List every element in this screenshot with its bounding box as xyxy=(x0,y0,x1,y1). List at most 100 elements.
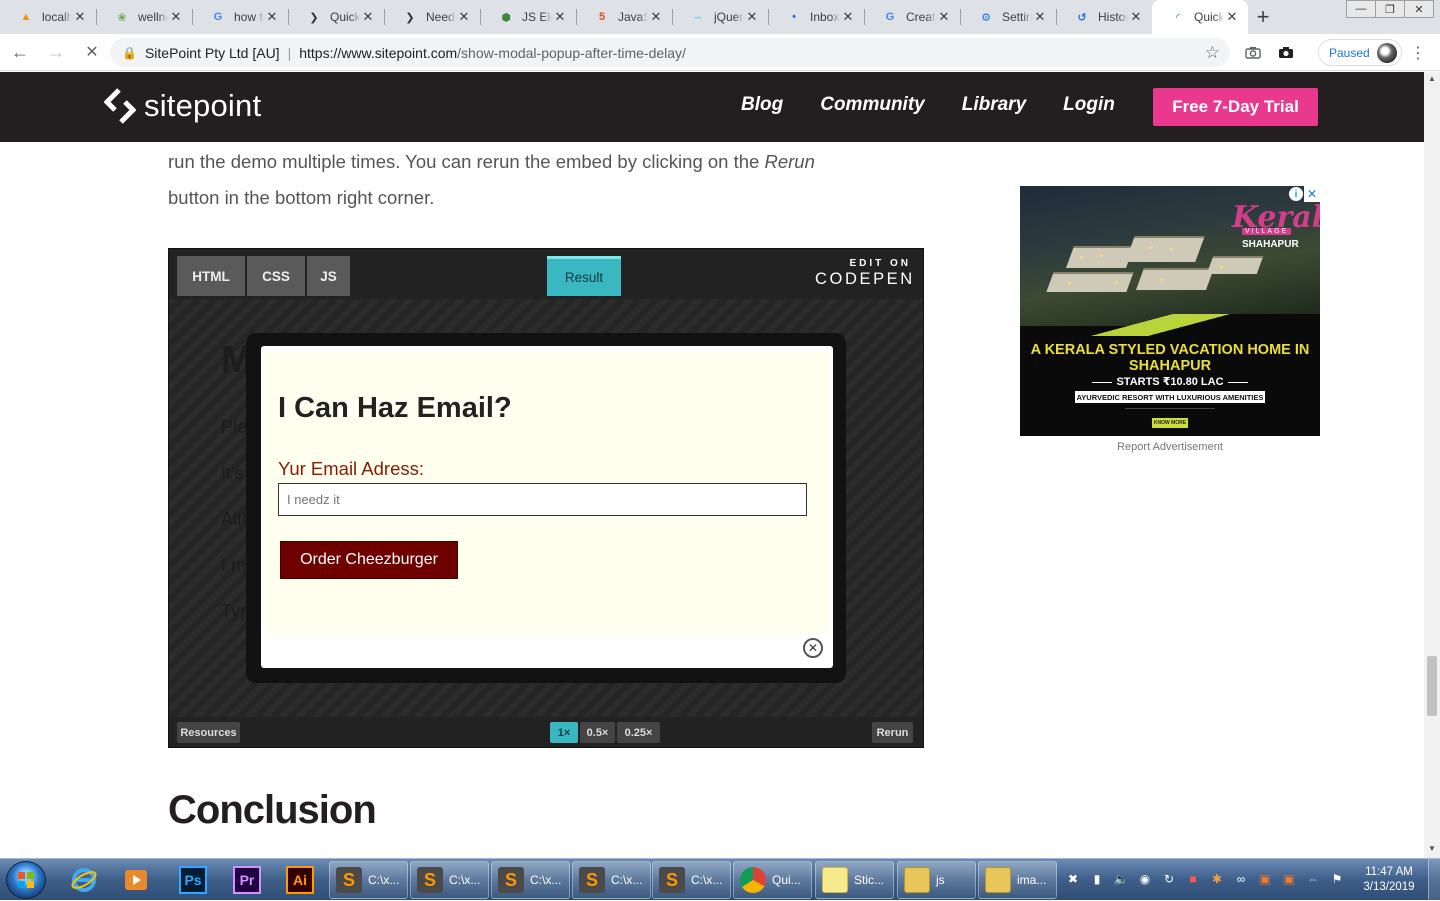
minimize-icon[interactable]: — xyxy=(1346,0,1376,18)
media-player-icon[interactable] xyxy=(118,862,154,898)
tab-close-icon[interactable]: ✕ xyxy=(72,9,88,25)
zoom-half-button[interactable]: 0.5× xyxy=(580,722,615,743)
tab-close-icon[interactable]: ✕ xyxy=(552,9,568,25)
tab-close-icon[interactable]: ✕ xyxy=(168,9,184,25)
ad-close-icon[interactable]: ✕ xyxy=(1304,186,1320,202)
taskbar-item[interactable]: S C:\x... xyxy=(491,861,570,899)
network-icon[interactable]: ▮ xyxy=(1086,869,1108,889)
start-button[interactable] xyxy=(6,861,46,899)
tab-close-icon[interactable]: ✕ xyxy=(936,9,952,25)
taskbar-item[interactable]: S C:\x... xyxy=(572,861,651,899)
browser-tab[interactable]: ↺ History✕ xyxy=(1056,0,1152,34)
url-path[interactable]: /show-modal-popup-after-time-delay/ xyxy=(457,45,686,61)
modal-close-icon[interactable]: ✕ xyxy=(803,638,823,658)
scroll-up-icon[interactable]: ▲ xyxy=(1424,74,1440,83)
zoom-quarter-button[interactable]: 0.25× xyxy=(617,722,660,743)
ad-cta-button[interactable]: KNOW MORE xyxy=(1152,418,1188,428)
tab-close-icon[interactable]: ✕ xyxy=(360,9,376,25)
browser-tab[interactable]: ⚙ Settings✕ xyxy=(960,0,1056,34)
browser-tab[interactable]: ❀ wellness✕ xyxy=(96,0,192,34)
advertisement[interactable]: Kerala VILLAGE SHAHAPUR A KERALA STYLED … xyxy=(1020,186,1320,436)
free-trial-button[interactable]: Free 7-Day Trial xyxy=(1153,88,1318,126)
nav-blog[interactable]: Blog xyxy=(741,94,783,116)
tab-close-icon[interactable]: ✕ xyxy=(648,9,664,25)
tab-close-icon[interactable]: ✕ xyxy=(744,9,760,25)
tab-close-icon[interactable]: ✕ xyxy=(840,9,856,25)
link-icon[interactable]: ∞ xyxy=(1230,869,1252,889)
ie-icon[interactable] xyxy=(66,862,102,898)
site-identity[interactable]: SitePoint Pty Ltd [AU] xyxy=(145,45,280,61)
url-host[interactable]: https://www.sitepoint.com xyxy=(299,45,457,61)
close-icon[interactable]: ✕ xyxy=(1404,0,1434,18)
taskbar-item[interactable]: js xyxy=(897,861,976,899)
edit-on-label[interactable]: EDIT ON xyxy=(815,258,911,269)
browser-tab[interactable]: ❯ Need ✕ xyxy=(384,0,480,34)
ad-info-icon[interactable]: i xyxy=(1289,187,1303,201)
browser-tab[interactable]: ◜ Quick ✕ xyxy=(1152,0,1248,34)
address-bar[interactable]: 🔒 SitePoint Pty Ltd [AU] | https://www.s… xyxy=(110,38,1230,67)
taskbar-item[interactable]: S C:\x... xyxy=(652,861,731,899)
nav-library[interactable]: Library xyxy=(962,94,1026,116)
tab-result[interactable]: Result xyxy=(547,256,621,296)
tab-close-icon[interactable]: ✕ xyxy=(1128,9,1144,25)
bookmark-star-icon[interactable]: ☆ xyxy=(1205,43,1220,63)
tab-close-icon[interactable]: ✕ xyxy=(456,9,472,25)
taskbar-item[interactable]: S C:\x... xyxy=(410,861,489,899)
video-icon[interactable]: ■ xyxy=(1182,869,1204,889)
taskbar-item[interactable]: S C:\x... xyxy=(329,861,408,899)
show-desktop-button[interactable] xyxy=(1428,859,1440,901)
restore-icon[interactable]: ❐ xyxy=(1375,0,1405,18)
illustrator-icon[interactable]: Ai xyxy=(282,862,318,898)
taskbar-item[interactable]: ima... xyxy=(978,861,1057,899)
taskbar-item[interactable]: Stic... xyxy=(815,861,894,899)
system-clock[interactable]: 11:47 AM 3/13/2019 xyxy=(1356,865,1422,895)
profile-paused-button[interactable]: Paused xyxy=(1318,39,1402,66)
browser-tab[interactable]: ❯ Quick ✕ xyxy=(288,0,384,34)
volume-icon[interactable]: 🔈 xyxy=(1110,869,1132,889)
browser-tab[interactable]: ⬢ JS Elements✕ xyxy=(480,0,576,34)
report-advertisement-link[interactable]: Report Advertisement xyxy=(1020,441,1320,453)
browser-tab[interactable]: 5 JavaScript✕ xyxy=(576,0,672,34)
zoom-1x-button[interactable]: 1× xyxy=(550,722,578,743)
premiere-icon[interactable]: Pr xyxy=(229,862,265,898)
codepen-brand-link[interactable]: CODEPEN xyxy=(815,270,913,289)
browser-tab[interactable]: G Create✕ xyxy=(864,0,960,34)
tab-css[interactable]: CSS xyxy=(247,256,305,296)
browser-tab[interactable]: • Inbox ✕ xyxy=(768,0,864,34)
tab-html[interactable]: HTML xyxy=(177,256,245,296)
lock-icon[interactable]: 🔒 xyxy=(122,46,137,60)
menu-kebab-icon[interactable]: ⋮ xyxy=(1410,43,1426,63)
tab-close-icon[interactable]: ✕ xyxy=(1032,9,1048,25)
tools-icon[interactable]: ✱ xyxy=(1206,869,1228,889)
flag-icon[interactable]: ⚑ xyxy=(1326,869,1348,889)
nav-community[interactable]: Community xyxy=(820,94,925,116)
tab-js[interactable]: JS xyxy=(307,256,350,296)
browser-tab[interactable]: ∽ jQuery✕ xyxy=(672,0,768,34)
browser-tab[interactable]: Ghow to✕ xyxy=(192,0,288,34)
tray-app-icon[interactable]: ✖ xyxy=(1062,869,1084,889)
sitepoint-logo[interactable]: sitepoint xyxy=(104,88,261,124)
tab-close-icon[interactable]: ✕ xyxy=(1224,9,1240,25)
nav-login[interactable]: Login xyxy=(1063,94,1115,116)
new-tab-button[interactable]: + xyxy=(1248,0,1278,34)
sync-icon[interactable]: ↻ xyxy=(1158,869,1180,889)
eye-icon[interactable]: ◉ xyxy=(1134,869,1156,889)
order-cheezburger-button[interactable]: Order Cheezburger xyxy=(280,541,458,579)
xampp-icon[interactable]: ▣ xyxy=(1254,869,1276,889)
xampp-icon[interactable]: ▣ xyxy=(1278,869,1300,889)
page-scrollbar[interactable]: ▲ ▼ xyxy=(1424,72,1440,858)
scroll-down-icon[interactable]: ▼ xyxy=(1424,844,1440,853)
back-icon[interactable]: ← xyxy=(4,36,36,68)
photoshop-icon[interactable]: Ps xyxy=(175,862,211,898)
browser-tab[interactable]: ▲ localhost✕ xyxy=(0,0,96,34)
teamviewer-icon[interactable]: ⇔ xyxy=(1302,869,1324,889)
tab-close-icon[interactable]: ✕ xyxy=(264,9,280,25)
taskbar-item[interactable]: Qui... xyxy=(733,861,812,899)
email-input[interactable] xyxy=(278,483,807,516)
camera-icon[interactable] xyxy=(1276,43,1296,61)
scrollbar-thumb[interactable] xyxy=(1427,656,1437,716)
resources-button[interactable]: Resources xyxy=(177,722,240,743)
rerun-button[interactable]: Rerun xyxy=(872,722,913,743)
stop-loading-icon[interactable]: ✕ xyxy=(76,36,108,68)
camera-outline-icon[interactable] xyxy=(1243,43,1263,61)
